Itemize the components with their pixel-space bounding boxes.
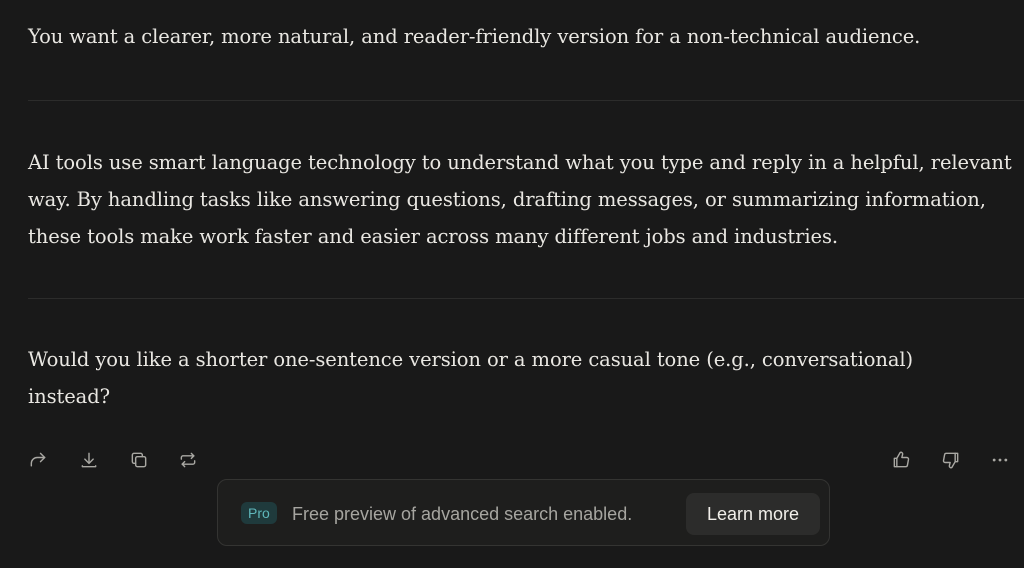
thumbs-down-icon[interactable] [940,449,962,471]
more-icon[interactable] [989,449,1011,471]
copy-icon[interactable] [128,449,150,471]
banner-message: Free preview of advanced search enabled. [292,504,633,524]
advanced-search-banner: Pro Free preview of advanced search enab… [217,479,830,546]
share-icon[interactable] [27,449,49,471]
section-divider [28,298,1024,299]
thumbs-up-icon[interactable] [890,449,912,471]
rewrite-icon[interactable] [177,449,199,471]
section-divider [28,100,1024,101]
response-paragraph-intro: You want a clearer, more natural, and re… [28,25,921,48]
pro-badge: Pro [241,502,277,524]
download-icon[interactable] [78,449,100,471]
response-paragraph-rewrite: AI tools use smart language technology t… [28,151,1012,248]
response-paragraph-followup: Would you like a shorter one-sentence ve… [28,348,913,408]
learn-more-button[interactable]: Learn more [686,493,820,535]
